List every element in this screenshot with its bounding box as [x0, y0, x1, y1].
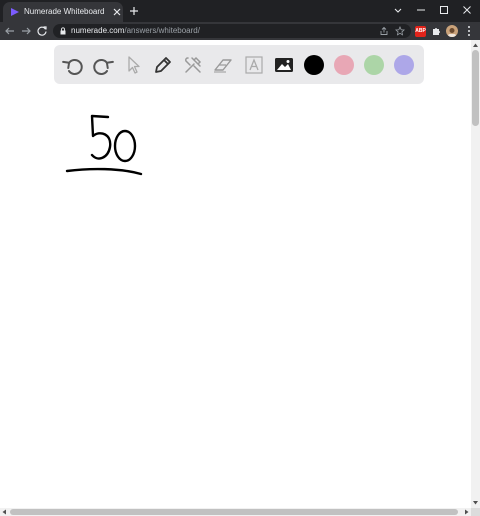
maximize-icon[interactable] — [437, 3, 451, 17]
handwritten-50-drawing: 50 — [65, 114, 143, 176]
scroll-left-arrow-icon[interactable] — [1, 509, 8, 515]
extensions-puzzle-icon[interactable] — [431, 26, 441, 36]
horizontal-scrollbar-thumb[interactable] — [10, 509, 458, 515]
color-swatch-black[interactable] — [304, 55, 324, 75]
color-swatch-pink[interactable] — [334, 55, 354, 75]
redo-icon — [93, 59, 114, 75]
vertical-scrollbar[interactable] — [471, 40, 480, 508]
share-icon[interactable] — [379, 26, 389, 36]
browser-toolbar: numerade.com/answers/whiteboard/ ABP — [0, 22, 480, 40]
adblock-extension-icon[interactable]: ABP — [415, 26, 426, 37]
profile-avatar[interactable] — [446, 25, 458, 37]
tab-title: Numerade Whiteboard — [24, 7, 105, 16]
tools-icon — [184, 56, 202, 73]
lock-icon[interactable] — [59, 27, 67, 35]
redo-button[interactable] — [92, 54, 114, 76]
vertical-scrollbar-thumb[interactable] — [472, 50, 479, 126]
browser-tab[interactable]: Numerade Whiteboard — [3, 2, 123, 22]
browser-menu-icon[interactable] — [464, 25, 474, 37]
pen-tool-button[interactable] — [152, 54, 174, 76]
undo-button[interactable] — [62, 54, 84, 76]
select-tool-button[interactable] — [122, 54, 144, 76]
new-tab-icon[interactable] — [129, 6, 139, 16]
eraser-icon — [214, 59, 232, 73]
pen-icon — [155, 57, 171, 73]
minimize-icon[interactable] — [414, 3, 428, 17]
undo-icon — [62, 59, 83, 75]
adblock-label: ABP — [415, 28, 426, 34]
image-icon — [275, 58, 293, 72]
close-window-icon[interactable] — [460, 3, 474, 17]
avatar-person-icon — [448, 28, 456, 37]
color-swatch-lavender[interactable] — [394, 55, 414, 75]
image-tool-button[interactable] — [273, 54, 295, 76]
horizontal-scrollbar[interactable] — [0, 508, 471, 516]
eraser-tool-button[interactable] — [212, 54, 234, 76]
whiteboard-page[interactable]: 50 — [0, 40, 471, 508]
color-swatch-green[interactable] — [364, 55, 384, 75]
tab-close-icon[interactable] — [113, 8, 121, 16]
url-path: /answers/whiteboard/ — [124, 26, 200, 35]
text-icon — [245, 56, 263, 74]
whiteboard-toolbar — [54, 45, 424, 84]
scroll-down-arrow-icon[interactable] — [472, 500, 479, 506]
scroll-up-arrow-icon[interactable] — [472, 42, 479, 48]
url-host: numerade.com — [71, 26, 125, 35]
bookmark-star-icon[interactable] — [395, 26, 405, 36]
tab-strip: Numerade Whiteboard — [0, 0, 480, 22]
numerade-logo-icon — [11, 8, 19, 16]
scroll-right-arrow-icon[interactable] — [463, 509, 470, 515]
url-text[interactable]: numerade.com/answers/whiteboard/ — [71, 26, 200, 36]
text-tool-button[interactable] — [243, 54, 265, 76]
address-bar[interactable]: numerade.com/answers/whiteboard/ — [53, 24, 411, 38]
back-icon[interactable] — [4, 25, 16, 37]
reload-icon[interactable] — [36, 25, 48, 37]
scrollbar-corner — [471, 508, 480, 516]
shapes-tool-button[interactable] — [182, 54, 204, 76]
select-cursor-icon — [128, 56, 140, 74]
forward-icon[interactable] — [20, 25, 32, 37]
tab-search-chevron-icon[interactable] — [391, 3, 405, 17]
